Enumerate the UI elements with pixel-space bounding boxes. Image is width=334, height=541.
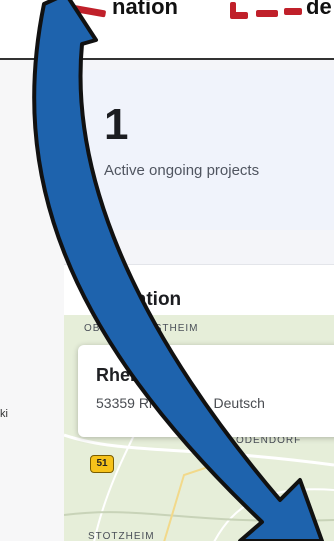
map-edge-text: ki: [0, 408, 8, 420]
banner-dash: [230, 2, 236, 16]
road-number-badge: 51: [90, 455, 114, 473]
banner-dash: [284, 8, 302, 15]
top-banner: nation de: [0, 0, 334, 58]
stat-card[interactable]: 1 Active ongoing projects: [76, 70, 334, 230]
location-card: Location OBERGOLLESTHEIM ODENDORF STOTZH…: [64, 264, 334, 541]
banner-dash: [256, 10, 278, 17]
map-town-label: OBERGOLLESTHEIM: [84, 323, 199, 334]
stat-count: 1: [104, 100, 129, 149]
banner-word-left: nation: [112, 0, 178, 19]
popup-place-name: Rheinbach: [96, 365, 189, 385]
banner-word-right: de: [306, 0, 332, 19]
map-town-label: STOTZHEIM: [88, 531, 155, 541]
location-title: Location: [102, 289, 182, 310]
left-panel: [0, 60, 64, 541]
popup-address: 53359 Rheinbach, Deutsch: [96, 395, 265, 411]
map[interactable]: OBERGOLLESTHEIM ODENDORF STOTZHEIM 51 Rh…: [64, 315, 334, 541]
map-info-popup[interactable]: Rheinbach 53359 Rheinbach, Deutsch: [78, 345, 334, 437]
screenshot-frame: nation de 1 Active ongoing projects Loca…: [0, 0, 334, 541]
stat-label: Active ongoing projects: [104, 162, 260, 179]
banner-dash: [53, 1, 107, 18]
